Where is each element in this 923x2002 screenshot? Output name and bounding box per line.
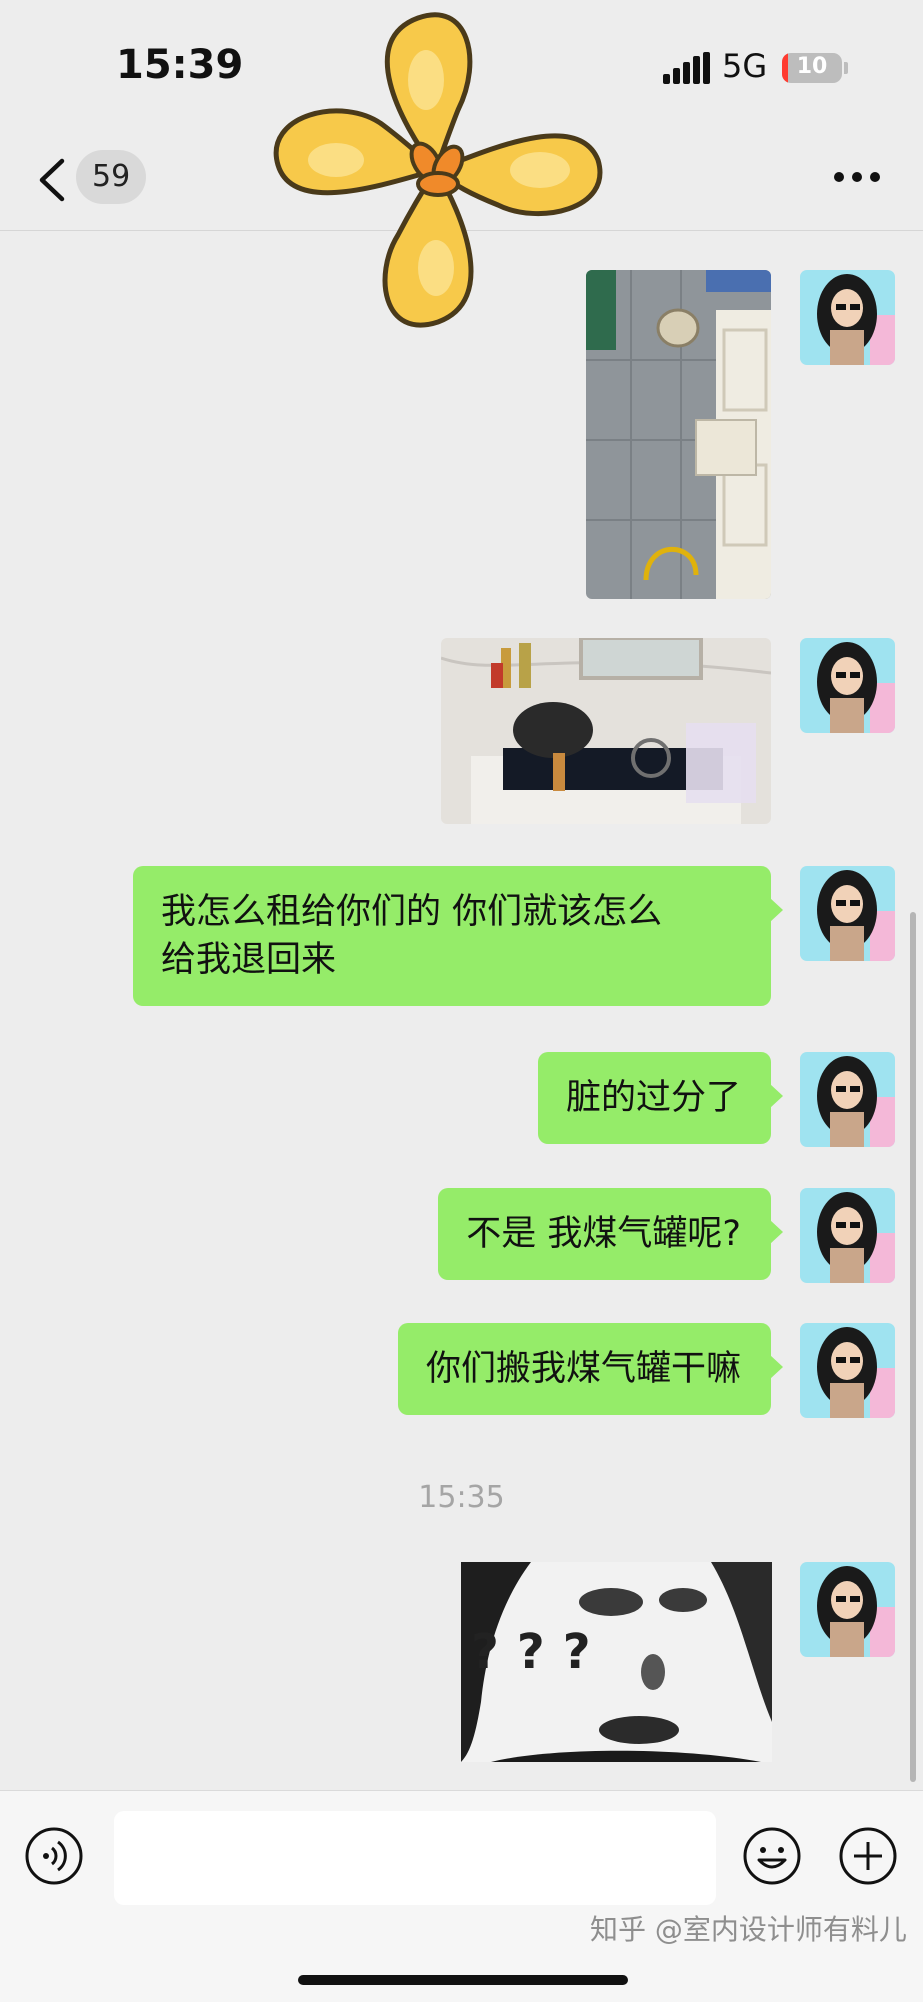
emoji-icon[interactable] <box>742 1826 802 1886</box>
avatar[interactable] <box>800 1562 895 1657</box>
message-bubble[interactable]: 你们搬我煤气罐干嘛 <box>397 1323 783 1415</box>
avatar[interactable] <box>800 1052 895 1147</box>
input-bar: 知乎 @室内设计师有料儿 <box>0 1790 923 2002</box>
message-bubble[interactable]: 脏的过分了 <box>537 1052 783 1144</box>
bubble-tail <box>770 898 783 922</box>
avatar[interactable] <box>800 1188 895 1283</box>
message-bubble[interactable]: 不是 我煤气罐呢? <box>438 1188 783 1280</box>
flower-sticker <box>273 12 603 328</box>
signal-icon <box>663 52 710 84</box>
voice-icon[interactable] <box>24 1826 84 1886</box>
avatar[interactable] <box>800 638 895 733</box>
message-text: 我怎么租给你们的 你们就该怎么 给我退回来 <box>161 892 663 980</box>
plus-icon[interactable] <box>838 1826 898 1886</box>
avatar[interactable] <box>800 270 895 365</box>
message-bubble[interactable]: 我怎么租给你们的 你们就该怎么 给我退回来 <box>133 866 783 1006</box>
battery-cap <box>844 62 848 74</box>
home-indicator[interactable] <box>298 1975 628 1985</box>
more-dots-icon[interactable] <box>832 170 882 184</box>
unread-count-badge[interactable]: 59 <box>76 150 147 204</box>
chevron-left-icon[interactable] <box>36 158 68 202</box>
avatar[interactable] <box>800 866 895 961</box>
meme-sticker[interactable]: ??? <box>461 1562 772 1762</box>
message-text: 脏的过分了 <box>565 1078 741 1118</box>
kitchen-floor-photo[interactable] <box>586 270 771 599</box>
bubble-tail <box>770 1355 783 1379</box>
chat-scrollbar[interactable] <box>910 912 916 1782</box>
watermark: 知乎 @室内设计师有料儿 <box>590 1913 907 1946</box>
message-input[interactable] <box>114 1811 716 1905</box>
bubble-tail <box>770 1220 783 1244</box>
message-timestamp: 15:35 <box>418 1480 505 1515</box>
message-text: 你们搬我煤气罐干嘛 <box>425 1349 741 1389</box>
network-label: 5G <box>722 47 768 85</box>
status-time: 15:39 <box>116 42 244 88</box>
meme-caption: ??? <box>471 1624 609 1680</box>
bubble-tail <box>770 1084 783 1108</box>
message-text: 不是 我煤气罐呢? <box>466 1214 741 1254</box>
battery-icon: 10 <box>782 53 842 83</box>
stove-photo[interactable] <box>441 638 771 824</box>
battery-level: 10 <box>796 54 828 79</box>
avatar[interactable] <box>800 1323 895 1418</box>
